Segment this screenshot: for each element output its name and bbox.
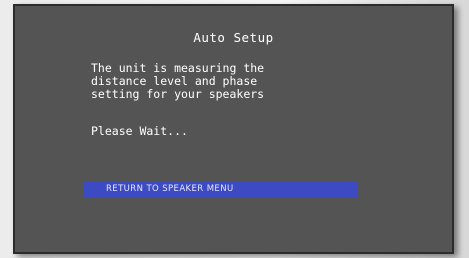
return-to-speaker-menu-button[interactable]: RETURN TO SPEAKER MENU [83,181,358,198]
monitor-frame: Auto Setup The unit is measuring the dis… [0,0,469,258]
message-line: setting for your speakers [91,87,265,101]
status-message: The unit is measuring the distance level… [91,62,264,101]
screen-title: Auto Setup [193,30,274,45]
osd-screen: Auto Setup The unit is measuring the dis… [13,4,454,254]
please-wait-text: Please Wait... [91,124,188,138]
